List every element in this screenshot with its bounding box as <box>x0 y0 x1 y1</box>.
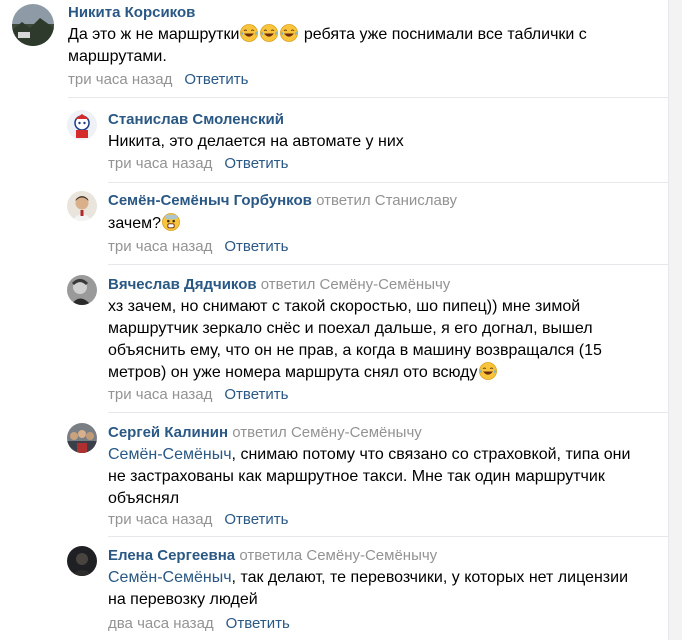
author-name[interactable]: Станислав Смоленский <box>108 111 284 128</box>
author-name[interactable]: Никита Корсиков <box>68 4 195 21</box>
comment-meta: три часа назад Ответить <box>68 70 248 90</box>
comment-text-part: зачем? <box>108 215 162 232</box>
comment-text: Да это ж не маршрутки ребята уже поснима… <box>68 24 628 68</box>
portrait-avatar-icon <box>67 191 97 221</box>
reply-button[interactable]: Ответить <box>224 386 288 403</box>
comment-text-part: Да это ж не маршрутки <box>68 26 240 43</box>
cartoon-avatar-icon <box>67 110 97 140</box>
comment-text: зачем? <box>108 213 638 235</box>
landscape-photo-avatar-icon <box>12 4 54 46</box>
comment-text: Семён-Семёныч, снимаю потому что связано… <box>108 444 638 510</box>
mention-link[interactable]: Семён-Семёныч <box>108 446 232 463</box>
reply-to[interactable]: ответил Семёну-Семёнычу <box>261 276 451 293</box>
comment-meta: три часа назад Ответить <box>108 385 288 405</box>
author-name[interactable]: Елена Сергеевна <box>108 547 235 564</box>
comment-date[interactable]: три часа назад <box>108 238 212 255</box>
mention-link[interactable]: Семён-Семёныч <box>108 569 232 586</box>
scrollbar-track[interactable] <box>668 0 682 640</box>
bw-portrait-avatar-icon <box>67 275 97 305</box>
avatar[interactable] <box>67 110 97 140</box>
laughing-crying-emoji-icon <box>479 362 497 380</box>
avatar[interactable] <box>12 4 54 46</box>
comment-text: Никита, это делается на автомате у них <box>108 133 404 150</box>
reply-to[interactable]: ответила Семёну-Семёнычу <box>239 547 437 564</box>
author-name[interactable]: Вячеслав Дядчиков <box>108 276 257 293</box>
comment-text: Семён-Семёныч, так делают, те перевозчик… <box>108 567 638 611</box>
reply-to[interactable]: ответил Станиславу <box>316 192 457 209</box>
author-name[interactable]: Сергей Калинин <box>108 424 228 441</box>
comment-elena: Елена Сергеевна ответила Семёну-Семёнычу… <box>0 537 668 640</box>
comment-header: Семён-Семёныч Горбунков ответил Станисла… <box>108 191 457 211</box>
laughing-crying-emoji-icon <box>280 24 298 42</box>
reply-button[interactable]: Ответить <box>224 155 288 172</box>
laughing-crying-emoji-icon <box>260 24 278 42</box>
comment-nikita: Никита Корсиков Да это ж не маршрутки ре… <box>0 0 668 96</box>
comment-header: Елена Сергеевна ответила Семёну-Семёнычу <box>108 546 437 566</box>
comment-text: хз зачем, но снимают с такой скоростью, … <box>108 296 638 384</box>
group-photo-avatar-icon <box>67 423 97 453</box>
comment-sergey: Сергей Калинин ответил Семёну-Семёнычу С… <box>0 413 668 535</box>
comment-header: Сергей Калинин ответил Семёну-Семёнычу <box>108 423 422 443</box>
comment-header: Вячеслав Дядчиков ответил Семёну-Семёныч… <box>108 275 450 295</box>
comment-date[interactable]: три часа назад <box>108 155 212 172</box>
comment-date[interactable]: два часа назад <box>108 615 214 632</box>
comment-stanislav: Станислав Смоленский Никита, это делаетс… <box>0 98 668 182</box>
reply-button[interactable]: Ответить <box>226 615 290 632</box>
comment-vyacheslav: Вячеслав Дядчиков ответил Семёну-Семёныч… <box>0 265 668 411</box>
comment-date[interactable]: три часа назад <box>108 511 212 528</box>
comment-meta: два часа назад Ответить <box>108 614 290 634</box>
dark-photo-avatar-icon <box>67 546 97 576</box>
avatar[interactable] <box>67 191 97 221</box>
comment-header: Никита Корсиков <box>68 3 195 23</box>
reply-button[interactable]: Ответить <box>224 511 288 528</box>
reply-to[interactable]: ответил Семёну-Семёнычу <box>232 424 422 441</box>
comment-text-part: хз зачем, но снимают с такой скоростью, … <box>108 298 602 381</box>
comment-meta: три часа назад Ответить <box>108 154 288 174</box>
avatar[interactable] <box>67 275 97 305</box>
comment-semen: Семён-Семёныч Горбунков ответил Станисла… <box>0 183 668 263</box>
comment-date[interactable]: три часа назад <box>68 71 172 88</box>
author-name[interactable]: Семён-Семёныч Горбунков <box>108 192 312 209</box>
comment-header: Станислав Смоленский <box>108 110 284 130</box>
avatar[interactable] <box>67 546 97 576</box>
comment-meta: три часа назад Ответить <box>108 510 288 530</box>
fearful-emoji-icon <box>162 213 180 231</box>
avatar[interactable] <box>67 423 97 453</box>
reply-button[interactable]: Ответить <box>224 238 288 255</box>
laughing-crying-emoji-icon <box>240 24 258 42</box>
comment-meta: три часа назад Ответить <box>108 237 288 257</box>
comment-date[interactable]: три часа назад <box>108 386 212 403</box>
reply-button[interactable]: Ответить <box>184 71 248 88</box>
